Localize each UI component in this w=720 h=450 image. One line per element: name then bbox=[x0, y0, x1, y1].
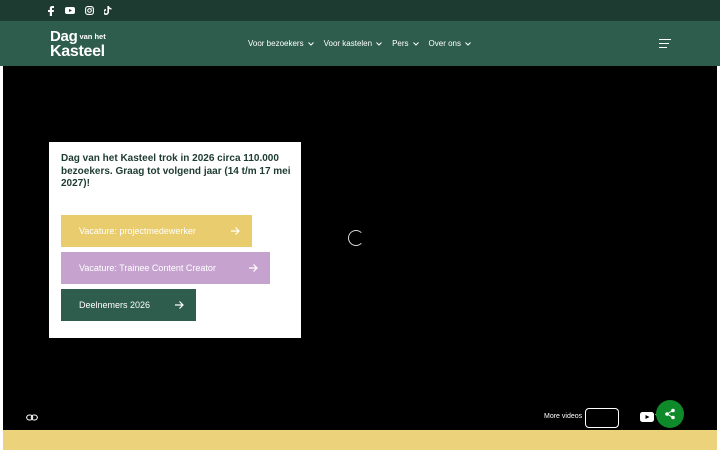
logo[interactable]: Dag van het Kasteel bbox=[50, 29, 106, 60]
social-bar bbox=[0, 0, 720, 21]
chevron-down-icon bbox=[376, 41, 382, 47]
main-nav: Voor bezoekers Voor kastelen Pers Over o… bbox=[248, 21, 471, 66]
nav-item-voor-bezoekers[interactable]: Voor bezoekers bbox=[248, 39, 314, 48]
youtube-icon[interactable] bbox=[65, 6, 75, 16]
more-videos-label[interactable]: More videos bbox=[544, 413, 582, 420]
vacature-projectmedewerker-button[interactable]: Vacature: projectmedewerker bbox=[61, 215, 252, 247]
menu-icon[interactable] bbox=[659, 39, 671, 48]
nav-item-pers[interactable]: Pers bbox=[392, 39, 419, 48]
chevron-down-icon bbox=[307, 41, 314, 47]
link-icon[interactable] bbox=[26, 413, 38, 422]
bottom-banner bbox=[3, 430, 717, 450]
chevron-down-icon bbox=[465, 41, 471, 47]
loading-spinner-icon bbox=[348, 230, 364, 246]
instagram-icon[interactable] bbox=[84, 6, 94, 16]
arrow-right-icon bbox=[249, 264, 258, 272]
button-label: Vacature: Trainee Content Creator bbox=[79, 263, 216, 273]
youtube-icon[interactable] bbox=[640, 412, 654, 422]
site-header: Dag van het Kasteel Voor bezoekers Voor k… bbox=[0, 21, 720, 66]
nav-label: Over ons bbox=[428, 39, 461, 48]
nav-item-over-ons[interactable]: Over ons bbox=[429, 39, 471, 48]
tiktok-icon[interactable] bbox=[103, 6, 113, 16]
vacature-trainee-content-creator-button[interactable]: Vacature: Trainee Content Creator bbox=[61, 252, 270, 284]
arrow-right-icon bbox=[231, 227, 240, 235]
share-icon bbox=[665, 408, 675, 420]
share-button[interactable] bbox=[656, 400, 684, 428]
button-label: Deelnemers 2026 bbox=[79, 300, 151, 310]
nav-label: Voor bezoekers bbox=[248, 39, 304, 48]
facebook-icon[interactable] bbox=[46, 5, 56, 16]
nav-label: Voor kastelen bbox=[323, 39, 373, 48]
hero-text: Dag van het Kasteel trok in 2026 circa 1… bbox=[61, 153, 291, 189]
deelnemers-2026-button[interactable]: Deelnemers 2026 bbox=[61, 289, 196, 321]
arrow-right-icon bbox=[175, 301, 184, 309]
button-label: Vacature: projectmedewerker bbox=[79, 226, 196, 236]
more-videos-box[interactable] bbox=[585, 408, 619, 428]
nav-item-voor-kastelen[interactable]: Voor kastelen bbox=[324, 39, 382, 48]
nav-label: Pers bbox=[392, 39, 409, 48]
hero-card: Dag van het Kasteel trok in 2026 circa 1… bbox=[49, 142, 301, 338]
chevron-down-icon bbox=[412, 41, 419, 47]
